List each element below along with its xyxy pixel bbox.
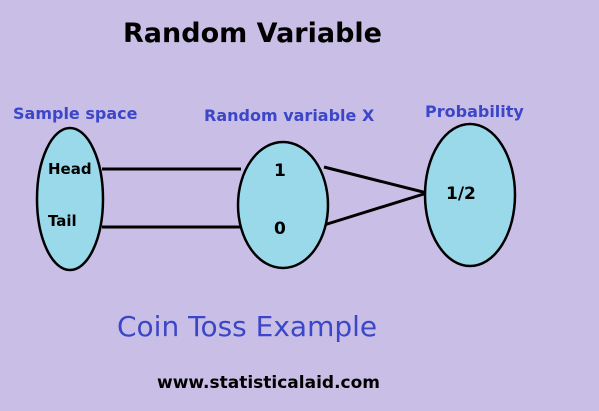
edge-0-to-half [323,191,428,227]
example-caption: Coin Toss Example [117,310,378,343]
diagram-shapes [35,122,517,272]
diagram-title: Random Variable [123,18,382,49]
diagram-canvas: Random Variable Sample space Random vari… [0,0,599,411]
probability-half-label: 1/2 [446,184,476,204]
edge-1-to-half [323,165,428,195]
sample-space-heading: Sample space [13,104,138,123]
value-zero-label: 0 [274,219,286,239]
random-variable-heading: Random variable X [204,106,375,125]
outcome-head-label: Head [48,160,92,178]
outcome-tail-label: Tail [48,212,77,230]
sample-space-ellipse [35,126,105,272]
value-one-label: 1 [274,161,286,181]
probability-heading: Probability [425,102,524,121]
website-url: www.statisticalaid.com [157,373,381,393]
